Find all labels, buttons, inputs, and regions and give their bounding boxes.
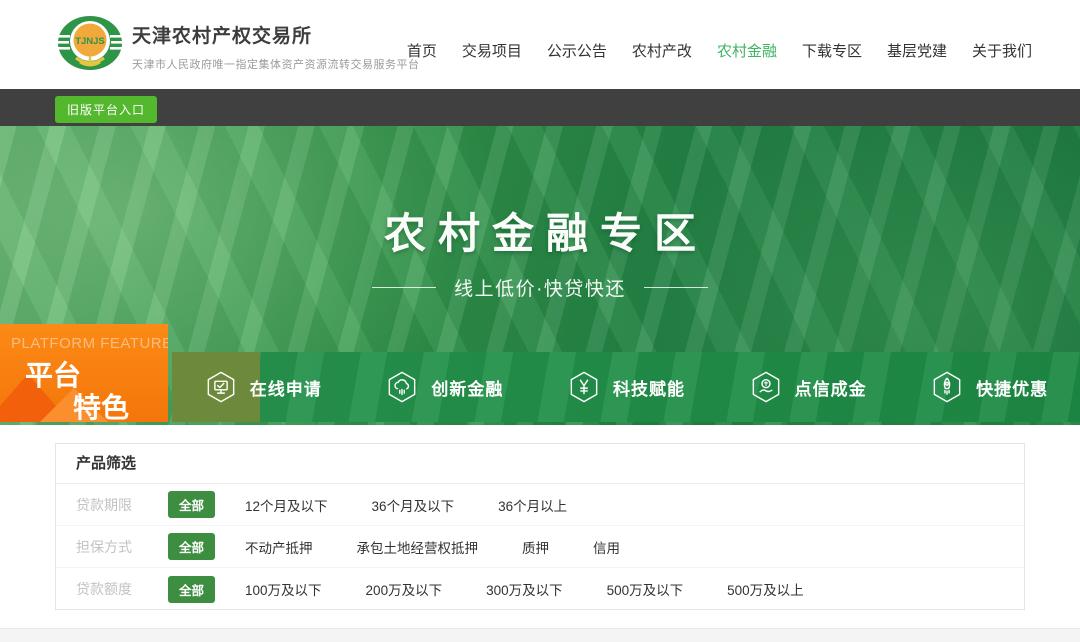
filter-selected-badge[interactable]: 全部 [168, 533, 215, 560]
coin-hand-icon [749, 370, 783, 404]
filter-selected-badge[interactable]: 全部 [168, 491, 215, 518]
site-subtitle: 天津市人民政府唯一指定集体资产资源流转交易服务平台 [132, 56, 420, 72]
filter-option-0-0[interactable]: 12个月及以下 [245, 495, 328, 515]
feature-tab-label: 科技赋能 [613, 375, 685, 400]
product-filter-card: 产品筛选 贷款期限全部12个月及以下36个月及以下36个月以上担保方式全部不动产… [55, 443, 1025, 610]
yen-hexagon-icon [567, 370, 601, 404]
footer-strip [0, 628, 1080, 642]
filter-row-0: 贷款期限全部 12个月及以下 36个月及以下 36个月以上 [56, 484, 1024, 526]
filter-option-0-2[interactable]: 36个月以上 [498, 495, 567, 515]
site-title: 天津农村产权交易所 [132, 21, 420, 48]
feature-tab-label: 点信成金 [795, 375, 867, 400]
feature-tab-label: 在线申请 [250, 375, 322, 400]
feature-tab-4[interactable]: 快捷优惠 [898, 352, 1080, 422]
rocket-icon [930, 370, 964, 404]
nav-item-2[interactable]: 公示公告 [547, 40, 607, 61]
filter-title: 产品筛选 [56, 444, 1024, 484]
filter-option-1-3[interactable]: 信用 [593, 537, 620, 557]
feature-tab-1[interactable]: 创新金融 [354, 352, 536, 422]
filter-option-2-4[interactable]: 500万及以上 [727, 579, 804, 599]
feature-tab-3[interactable]: 点信成金 [717, 352, 899, 422]
filter-options: 100万及以下 200万及以下 300万及以下 500万及以下 500万及以上 [245, 579, 804, 599]
filter-options: 12个月及以下 36个月及以下 36个月以上 [245, 495, 567, 515]
filter-option-2-0[interactable]: 100万及以下 [245, 579, 322, 599]
subtitle-right-line [644, 287, 708, 288]
banner-title: 农村金融专区 [0, 200, 1080, 261]
nav-item-4[interactable]: 农村金融 [717, 40, 777, 61]
filter-row-label: 担保方式 [76, 537, 148, 557]
filter-option-1-1[interactable]: 承包土地经营权抵押 [357, 537, 479, 557]
banner-subtitle-row: 线上低价·快贷快还 [0, 274, 1080, 301]
svg-text:TJNJS: TJNJS [75, 36, 105, 47]
platform-features-box: PLATFORM FEATURES 平台 特色 [0, 324, 168, 422]
nav-item-1[interactable]: 交易项目 [462, 40, 522, 61]
nav-item-7[interactable]: 关于我们 [972, 40, 1032, 61]
nav-item-5[interactable]: 下载专区 [802, 40, 862, 61]
feature-tab-label: 快捷优惠 [976, 375, 1048, 400]
filter-option-2-3[interactable]: 500万及以下 [607, 579, 684, 599]
filter-option-1-0[interactable]: 不动产抵押 [245, 537, 313, 557]
filter-row-2: 贷款额度全部 100万及以下 200万及以下 300万及以下 500万及以下 500万及以… [56, 568, 1024, 610]
filter-selected-badge[interactable]: 全部 [168, 576, 215, 603]
feature-tabbar: 在线申请 创新金融 科技赋能 点信成金 快捷优惠 [172, 352, 1080, 422]
subtitle-left-line [372, 287, 436, 288]
brand-block: 天津农村产权交易所 天津市人民政府唯一指定集体资产资源流转交易服务平台 [132, 21, 420, 72]
old-platform-button[interactable]: 旧版平台入口 [55, 96, 157, 123]
filter-option-2-2[interactable]: 300万及以下 [486, 579, 563, 599]
filter-row-label: 贷款期限 [76, 495, 148, 515]
platform-features-en-label: PLATFORM FEATURES [11, 335, 168, 352]
platform-features-cn-line2: 特色 [73, 386, 129, 422]
feature-tab-0[interactable]: 在线申请 [172, 352, 354, 422]
banner-subtitle: 线上低价·快贷快还 [454, 274, 626, 301]
cloud-finance-icon [385, 370, 419, 404]
nav-item-0[interactable]: 首页 [407, 40, 437, 61]
feature-tab-label: 创新金融 [431, 375, 503, 400]
monitor-check-icon [204, 370, 238, 404]
secondary-topbar: 旧版平台入口 [0, 89, 1080, 126]
nav-item-6[interactable]: 基层党建 [887, 40, 947, 61]
filter-rows: 贷款期限全部12个月及以下36个月及以下36个月以上担保方式全部不动产抵押承包土… [56, 484, 1024, 610]
feature-tab-2[interactable]: 科技赋能 [535, 352, 717, 422]
nav-item-3[interactable]: 农村产改 [632, 40, 692, 61]
filter-option-2-1[interactable]: 200万及以下 [366, 579, 443, 599]
main-nav: 首页 交易项目 公示公告 农村产改 农村金融 下载专区 基层党建 关于我们 [407, 40, 1032, 61]
site-logo-icon: TJNJS [56, 12, 124, 76]
filter-option-0-1[interactable]: 36个月及以下 [372, 495, 455, 515]
filter-option-1-2[interactable]: 质押 [522, 537, 549, 557]
filter-row-1: 担保方式全部 不动产抵押 承包土地经营权抵押 质押 信用 [56, 526, 1024, 568]
site-header: TJNJS 天津农村产权交易所 天津市人民政府唯一指定集体资产资源流转交易服务平… [0, 0, 1080, 89]
filter-row-label: 贷款额度 [76, 579, 148, 599]
filter-options: 不动产抵押 承包土地经营权抵押 质押 信用 [245, 537, 620, 557]
